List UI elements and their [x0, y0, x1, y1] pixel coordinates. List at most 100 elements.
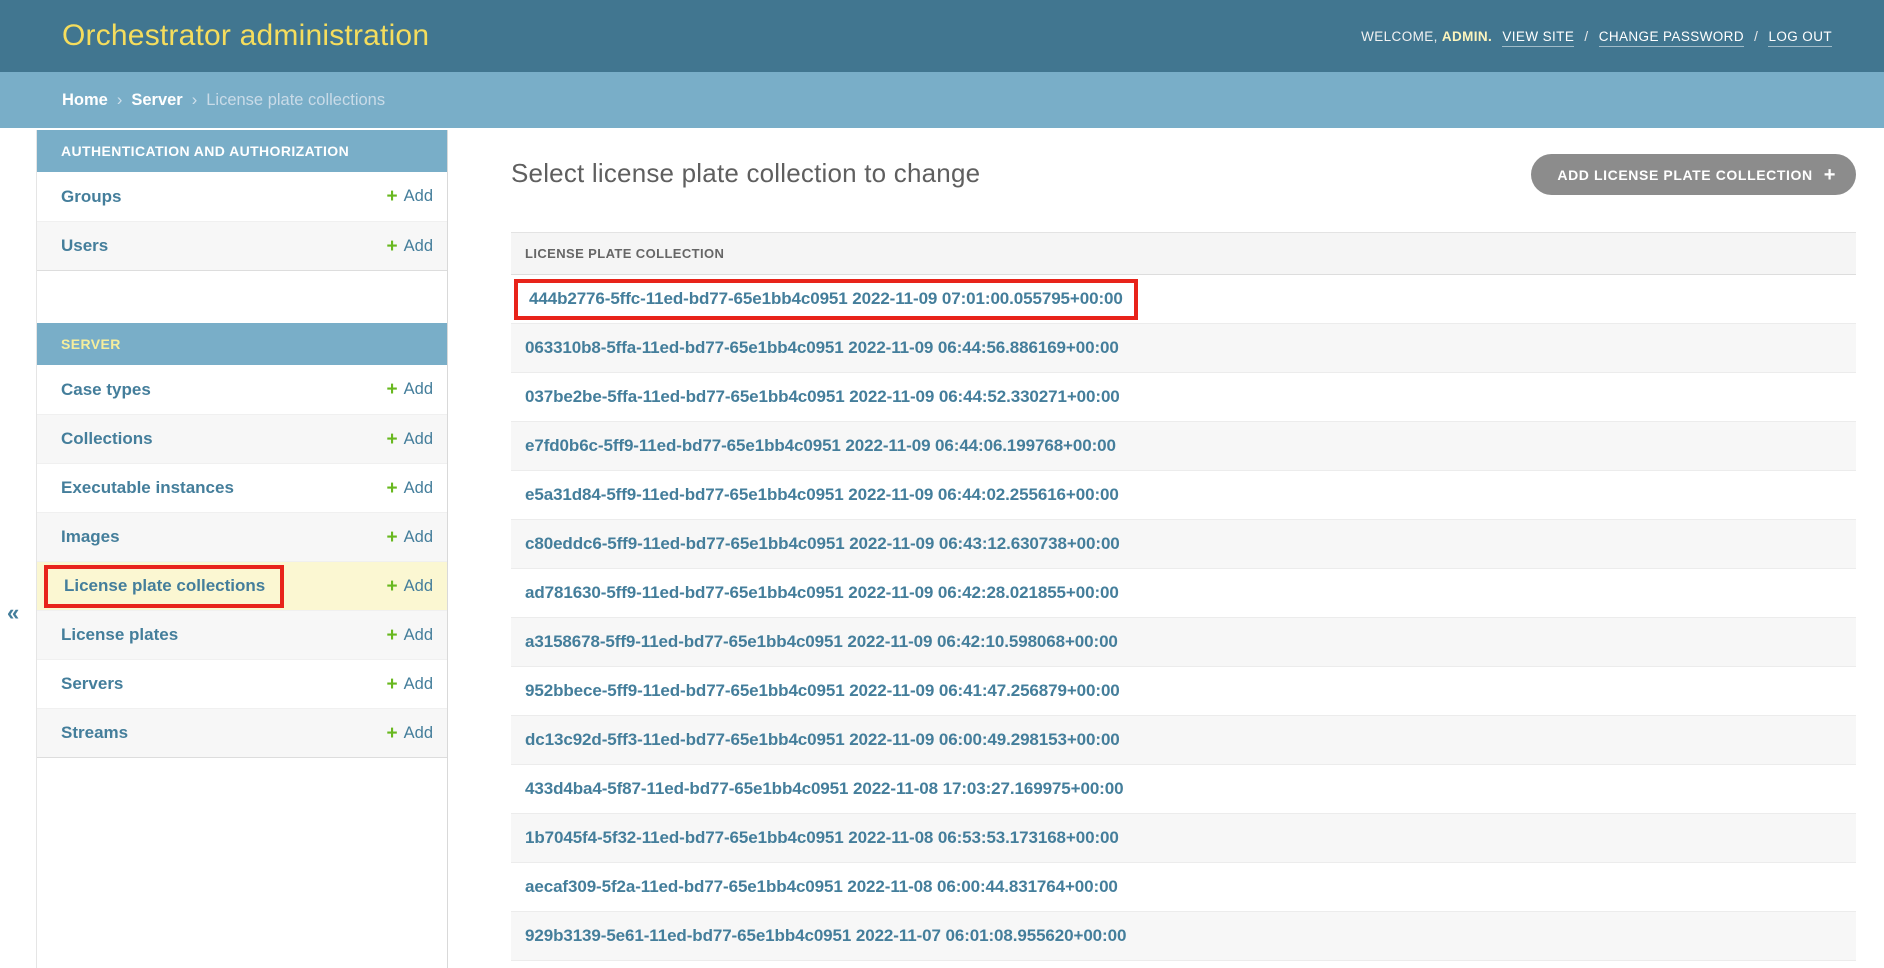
plus-icon: + — [387, 724, 398, 743]
collection-row-link[interactable]: ad781630-5ff9-11ed-bd77-65e1bb4c0951 202… — [525, 583, 1119, 603]
table-row: e7fd0b6c-5ff9-11ed-bd77-65e1bb4c0951 202… — [511, 422, 1856, 471]
add-executable-instances-link[interactable]: +Add — [387, 479, 433, 498]
collection-row-link[interactable]: c80eddc6-5ff9-11ed-bd77-65e1bb4c0951 202… — [525, 534, 1120, 554]
table-row: aecaf309-5f2a-11ed-bd77-65e1bb4c0951 202… — [511, 863, 1856, 912]
sidebar-item-license-plate-collections: License plate collections +Add — [37, 561, 447, 610]
collection-row-link[interactable]: 037be2be-5ffa-11ed-bd77-65e1bb4c0951 202… — [525, 387, 1120, 407]
breadcrumb-separator: › — [117, 91, 123, 110]
table-row: a3158678-5ff9-11ed-bd77-65e1bb4c0951 202… — [511, 618, 1856, 667]
breadcrumb-home[interactable]: Home — [62, 91, 108, 110]
user-tools: WELCOME, ADMIN. VIEW SITE / CHANGE PASSWO… — [1361, 29, 1832, 44]
view-site-link[interactable]: VIEW SITE — [1502, 29, 1574, 47]
plus-icon: + — [387, 626, 398, 645]
collection-row-link[interactable]: aecaf309-5f2a-11ed-bd77-65e1bb4c0951 202… — [525, 877, 1118, 897]
collection-row-link[interactable]: e7fd0b6c-5ff9-11ed-bd77-65e1bb4c0951 202… — [525, 436, 1116, 456]
sidebar-item-streams: Streams +Add — [37, 708, 447, 757]
add-button-label: ADD LICENSE PLATE COLLECTION — [1557, 167, 1812, 183]
column-header-license-plate-collection[interactable]: LICENSE PLATE COLLECTION — [525, 246, 724, 261]
collection-row-link[interactable]: a3158678-5ff9-11ed-bd77-65e1bb4c0951 202… — [525, 632, 1118, 652]
header-bar: Orchestrator administration WELCOME, ADMI… — [0, 0, 1884, 72]
breadcrumb-server[interactable]: Server — [131, 91, 182, 110]
add-users-link[interactable]: +Add — [387, 237, 433, 256]
plus-icon: + — [387, 577, 398, 596]
collection-row-link[interactable]: 929b3139-5e61-11ed-bd77-65e1bb4c0951 202… — [525, 926, 1126, 946]
table-row: 433d4ba4-5f87-11ed-bd77-65e1bb4c0951 202… — [511, 765, 1856, 814]
plus-icon: + — [387, 528, 398, 547]
link-separator: / — [1584, 29, 1588, 44]
page: Orchestrator administration WELCOME, ADMI… — [0, 0, 1884, 968]
sidebar-item-executable-instances: Executable instances +Add — [37, 463, 447, 512]
plus-icon: + — [387, 237, 398, 256]
plus-icon: + — [387, 479, 398, 498]
table-row: 444b2776-5ffc-11ed-bd77-65e1bb4c0951 202… — [511, 275, 1856, 324]
sidebar-section-server: SERVER — [37, 323, 447, 365]
table-row: 929b3139-5e61-11ed-bd77-65e1bb4c0951 202… — [511, 912, 1856, 961]
collection-row-link[interactable]: 444b2776-5ffc-11ed-bd77-65e1bb4c0951 202… — [529, 289, 1123, 309]
add-groups-link[interactable]: +Add — [387, 187, 433, 206]
table-row: 037be2be-5ffa-11ed-bd77-65e1bb4c0951 202… — [511, 373, 1856, 422]
sidebar-section-authentication: AUTHENTICATION AND AUTHORIZATION — [37, 130, 447, 172]
collections-link[interactable]: Collections — [61, 429, 153, 449]
add-license-plate-collections-link[interactable]: +Add — [387, 577, 433, 596]
users-link[interactable]: Users — [61, 236, 108, 256]
license-plates-link[interactable]: License plates — [61, 625, 178, 645]
add-servers-link[interactable]: +Add — [387, 675, 433, 694]
sidebar: AUTHENTICATION AND AUTHORIZATION Groups … — [36, 130, 448, 968]
breadcrumb: Home › Server › License plate collection… — [0, 72, 1884, 128]
breadcrumb-separator: › — [192, 91, 198, 110]
case-types-link[interactable]: Case types — [61, 380, 151, 400]
breadcrumb-current: License plate collections — [206, 91, 385, 110]
collection-row-link[interactable]: 1b7045f4-5f32-11ed-bd77-65e1bb4c0951 202… — [525, 828, 1119, 848]
add-collections-link[interactable]: +Add — [387, 430, 433, 449]
sidebar-item-images: Images +Add — [37, 512, 447, 561]
sidebar-module-server: SERVER Case types +Add Collections +Add … — [37, 323, 447, 758]
add-license-plate-collection-button[interactable]: ADD LICENSE PLATE COLLECTION + — [1531, 154, 1856, 195]
sidebar-item-groups: Groups +Add — [37, 172, 447, 221]
sidebar-collapse-icon[interactable]: « — [7, 600, 19, 626]
link-separator: / — [1754, 29, 1758, 44]
images-link[interactable]: Images — [61, 527, 120, 547]
main-content: Select license plate collection to chang… — [511, 128, 1856, 961]
collection-row-link[interactable]: 433d4ba4-5f87-11ed-bd77-65e1bb4c0951 202… — [525, 779, 1123, 799]
sidebar-module-auth: AUTHENTICATION AND AUTHORIZATION Groups … — [37, 130, 447, 271]
plus-icon: + — [387, 430, 398, 449]
add-images-link[interactable]: +Add — [387, 528, 433, 547]
collection-row-link[interactable]: e5a31d84-5ff9-11ed-bd77-65e1bb4c0951 202… — [525, 485, 1119, 505]
collection-row-link[interactable]: 063310b8-5ffa-11ed-bd77-65e1bb4c0951 202… — [525, 338, 1119, 358]
streams-link[interactable]: Streams — [61, 723, 128, 743]
collection-row-link[interactable]: dc13c92d-5ff3-11ed-bd77-65e1bb4c0951 202… — [525, 730, 1120, 750]
username: ADMIN. — [1442, 29, 1492, 44]
plus-icon: + — [1824, 165, 1836, 185]
page-title: Select license plate collection to chang… — [511, 158, 980, 189]
table-row: e5a31d84-5ff9-11ed-bd77-65e1bb4c0951 202… — [511, 471, 1856, 520]
add-license-plates-link[interactable]: +Add — [387, 626, 433, 645]
table-header-row: LICENSE PLATE COLLECTION — [511, 232, 1856, 275]
sidebar-item-servers: Servers +Add — [37, 659, 447, 708]
servers-link[interactable]: Servers — [61, 674, 123, 694]
collection-row-link[interactable]: 952bbece-5ff9-11ed-bd77-65e1bb4c0951 202… — [525, 681, 1120, 701]
table-row: 1b7045f4-5f32-11ed-bd77-65e1bb4c0951 202… — [511, 814, 1856, 863]
add-case-types-link[interactable]: +Add — [387, 380, 433, 399]
change-password-link[interactable]: CHANGE PASSWORD — [1599, 29, 1744, 47]
table-row: dc13c92d-5ff3-11ed-bd77-65e1bb4c0951 202… — [511, 716, 1856, 765]
table-row: 952bbece-5ff9-11ed-bd77-65e1bb4c0951 202… — [511, 667, 1856, 716]
annotation-box-sidebar: License plate collections — [44, 565, 284, 608]
plus-icon: + — [387, 675, 398, 694]
plus-icon: + — [387, 187, 398, 206]
collection-table: LICENSE PLATE COLLECTION 444b2776-5ffc-1… — [511, 232, 1856, 961]
table-row: c80eddc6-5ff9-11ed-bd77-65e1bb4c0951 202… — [511, 520, 1856, 569]
sidebar-item-collections: Collections +Add — [37, 414, 447, 463]
table-row: ad781630-5ff9-11ed-bd77-65e1bb4c0951 202… — [511, 569, 1856, 618]
executable-instances-link[interactable]: Executable instances — [61, 478, 234, 498]
table-row: 063310b8-5ffa-11ed-bd77-65e1bb4c0951 202… — [511, 324, 1856, 373]
site-title[interactable]: Orchestrator administration — [62, 19, 429, 53]
license-plate-collections-link[interactable]: License plate collections — [64, 576, 265, 595]
annotation-box-row: 444b2776-5ffc-11ed-bd77-65e1bb4c0951 202… — [514, 279, 1138, 320]
sidebar-item-users: Users +Add — [37, 221, 447, 270]
log-out-link[interactable]: LOG OUT — [1768, 29, 1832, 47]
welcome-text: WELCOME, — [1361, 29, 1438, 44]
add-streams-link[interactable]: +Add — [387, 724, 433, 743]
plus-icon: + — [387, 380, 398, 399]
sidebar-item-license-plates: License plates +Add — [37, 610, 447, 659]
groups-link[interactable]: Groups — [61, 187, 121, 207]
